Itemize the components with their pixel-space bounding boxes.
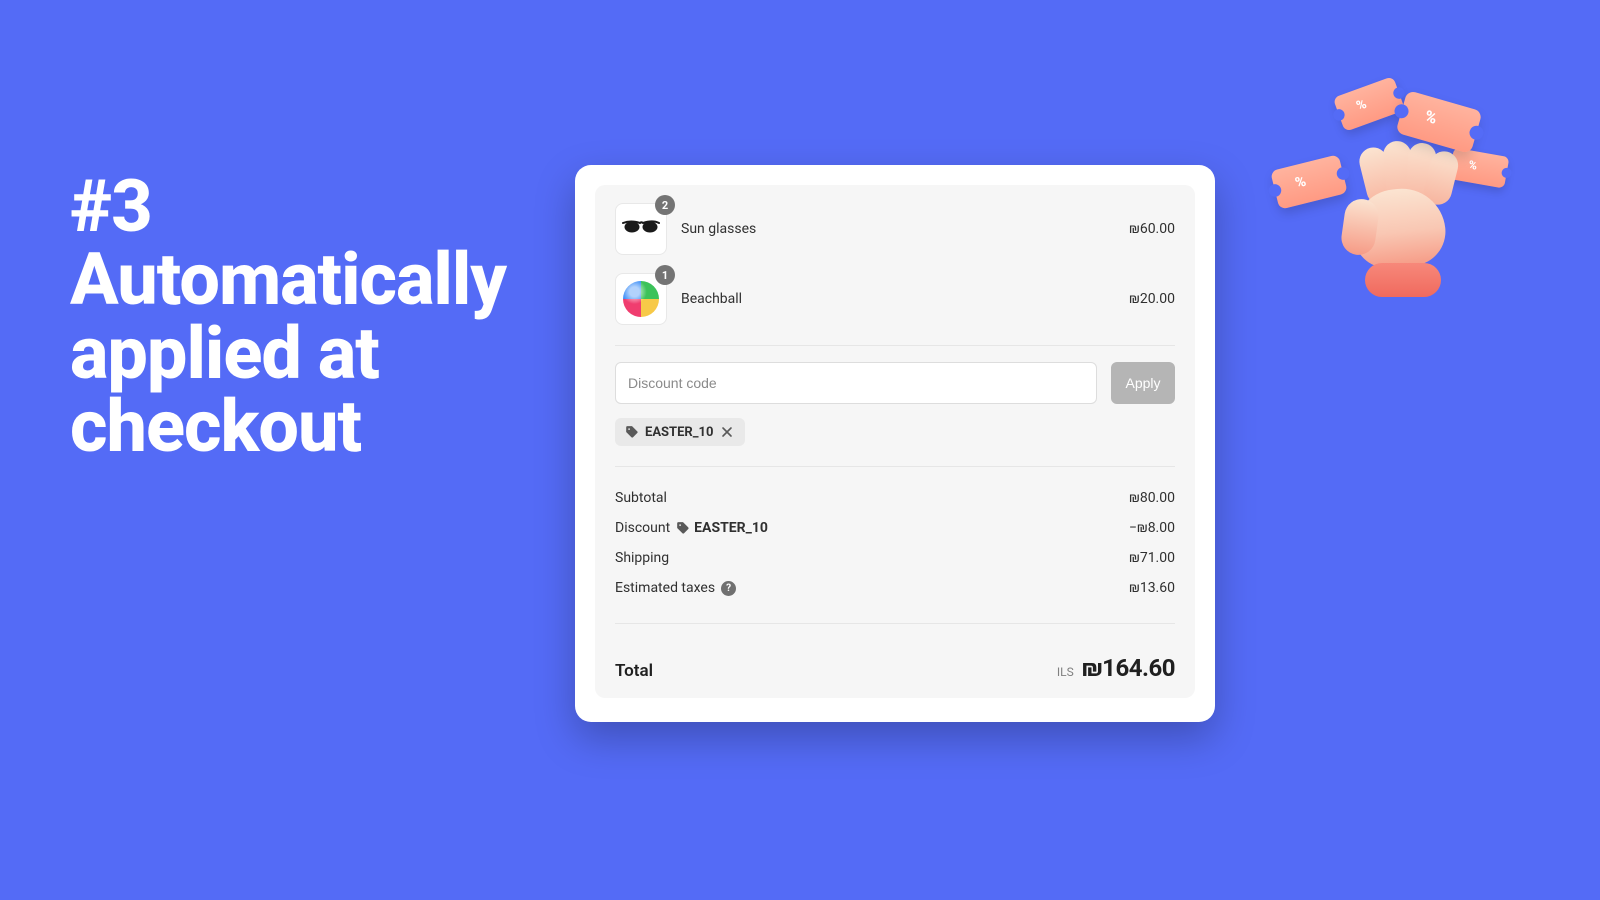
total-label: Total <box>615 661 1057 681</box>
item-row: 1 Beachball ₪20.00 <box>615 273 1175 325</box>
discount-code-tag: EASTER_10 <box>676 520 768 536</box>
discount-value: −₪8.00 <box>1129 520 1175 536</box>
headline-text: Automatically applied at checkout <box>70 243 590 463</box>
shipping-label: Shipping <box>615 550 1129 566</box>
beachball-icon <box>623 281 659 317</box>
ticket-icon: % <box>1395 90 1482 154</box>
ticket-icon: % <box>1270 154 1348 209</box>
discount-code-text: EASTER_10 <box>694 520 768 536</box>
quantity-badge: 1 <box>655 265 675 285</box>
divider <box>615 623 1175 624</box>
item-name: Beachball <box>681 291 1115 307</box>
sunglasses-icon <box>622 218 660 240</box>
item-price: ₪60.00 <box>1129 221 1175 237</box>
applied-discount-chip: EASTER_10 <box>615 418 745 446</box>
item-thumbnail: 2 <box>615 203 667 255</box>
order-summary: 2 Sun glasses ₪60.00 1 <box>595 185 1195 698</box>
subtotal-value: ₪80.00 <box>1129 490 1175 506</box>
tag-icon <box>676 521 690 535</box>
divider <box>615 466 1175 467</box>
item-name: Sun glasses <box>681 221 1115 237</box>
subtotal-row: Subtotal ₪80.00 <box>615 483 1175 513</box>
promo-illustration: % % % % <box>1290 90 1510 290</box>
discount-label: Discount <box>615 520 670 536</box>
discount-code-input[interactable] <box>615 362 1097 404</box>
tag-icon <box>625 425 639 439</box>
help-icon[interactable]: ? <box>721 581 736 596</box>
total-value: ₪164.60 <box>1082 654 1175 682</box>
quantity-badge: 2 <box>655 195 675 215</box>
checkout-card: 2 Sun glasses ₪60.00 1 <box>575 165 1215 722</box>
hand-icon <box>1345 145 1455 275</box>
taxes-value: ₪13.60 <box>1129 580 1175 596</box>
item-price: ₪20.00 <box>1129 291 1175 307</box>
item-list: 2 Sun glasses ₪60.00 1 <box>615 203 1175 325</box>
discount-chip-code: EASTER_10 <box>645 425 713 440</box>
apply-discount-button[interactable]: Apply <box>1111 362 1175 404</box>
taxes-label: Estimated taxes <box>615 580 715 596</box>
ticket-icon: % <box>1333 76 1405 132</box>
headline-number: #3 <box>70 170 590 243</box>
remove-discount-button[interactable] <box>719 424 735 440</box>
item-row: 2 Sun glasses ₪60.00 <box>615 203 1175 255</box>
shipping-value: ₪71.00 <box>1129 550 1175 566</box>
subtotal-label: Subtotal <box>615 490 1129 506</box>
ticket-icon: % <box>1449 148 1510 189</box>
taxes-row: Estimated taxes ? ₪13.60 <box>615 573 1175 603</box>
currency-code: ILS <box>1057 665 1074 679</box>
divider <box>615 345 1175 346</box>
item-thumbnail: 1 <box>615 273 667 325</box>
marketing-headline: #3 Automatically applied at checkout <box>70 170 590 464</box>
total-row: Total ILS ₪164.60 <box>615 640 1175 682</box>
shipping-row: Shipping ₪71.00 <box>615 543 1175 573</box>
discount-row: Apply <box>615 362 1175 404</box>
discount-breakdown-row: Discount EASTER_10 −₪8.00 <box>615 513 1175 543</box>
